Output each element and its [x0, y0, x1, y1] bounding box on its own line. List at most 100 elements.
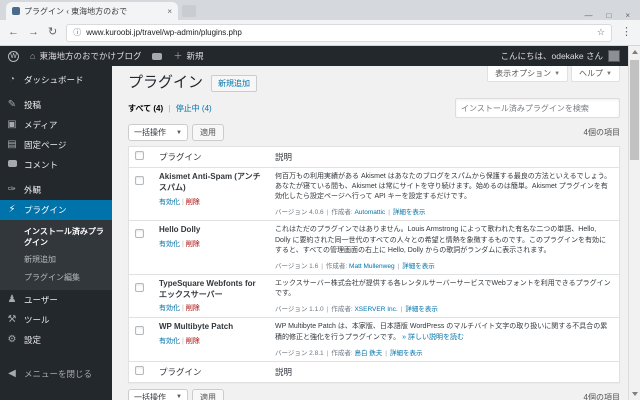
plugin-checkbox[interactable]	[135, 176, 144, 185]
details-link[interactable]: 詳細を表示	[393, 209, 426, 216]
new-content-menu[interactable]: ＋ 新規	[173, 50, 203, 62]
sidebar-item-users[interactable]: ♟ ユーザー	[0, 290, 112, 310]
delete-link[interactable]: 削除	[186, 199, 200, 206]
bulk-action-label: 一括操作	[134, 392, 166, 400]
plugin-meta: バージョン 1.6 | 作成者: Matt Mullenweg | 詳細を表示	[275, 262, 435, 270]
plugin-checkbox[interactable]	[135, 326, 144, 336]
bulk-action-select[interactable]: 一括操作 ▼	[128, 124, 188, 141]
add-new-button[interactable]: 新規追加	[211, 74, 258, 92]
author-link[interactable]: 島白 鉄夫	[354, 350, 382, 357]
browser-menu-icon[interactable]: ⋮	[621, 27, 632, 38]
howdy-greeting[interactable]: こんにちは、odekake さん	[501, 50, 604, 62]
bulk-action-label: 一括操作	[134, 128, 166, 137]
scroll-up-icon[interactable]	[632, 50, 638, 54]
item-count: 4個の項目	[583, 128, 620, 137]
wp-admin-bar: W ⌂ 東海地方のおでかけブログ ＋ 新規 こんにちは、odekake さん	[0, 46, 640, 66]
plugin-description: 何百万もの利用実績がある Akismet はあなたのブログをスパムから保護する最…	[275, 173, 612, 201]
submenu-installed-plugins[interactable]: インストール済みプラグイン	[0, 223, 112, 251]
plugin-checkbox[interactable]	[135, 229, 144, 239]
submenu-add-new[interactable]: 新規追加	[0, 251, 112, 268]
sidebar-item-label: 固定ページ	[24, 140, 67, 150]
author-link[interactable]: Automattic	[354, 209, 385, 216]
collapse-icon: ◀	[8, 367, 16, 379]
bookmark-star-icon[interactable]: ☆	[597, 27, 605, 38]
delete-link[interactable]: 削除	[186, 338, 200, 345]
column-header-plugin[interactable]: プラグイン	[153, 147, 269, 167]
read-more-link[interactable]: » 詳しい説明を読む	[402, 334, 464, 341]
sidebar-item-posts[interactable]: ✎ 投稿	[0, 95, 112, 115]
forward-icon[interactable]: →	[28, 27, 39, 38]
tab-close-icon[interactable]: ×	[167, 7, 172, 16]
browser-window: プラグイン ‹ 東海地方のおで × — □ × ← → ↻ ⓘ www.kuro…	[0, 0, 640, 400]
submenu-plugin-editor[interactable]: プラグイン編集	[0, 269, 112, 286]
plugin-checkbox[interactable]	[135, 282, 144, 292]
tablenav-top: 一括操作 ▼ 適用 4個の項目	[128, 124, 620, 141]
details-link[interactable]: 詳細を表示	[405, 306, 438, 313]
table-row: Hello Dolly 有効化 | 削除 これはただのプラグインではありません。Lo…	[129, 220, 619, 273]
delete-link[interactable]: 削除	[186, 241, 200, 248]
select-all-checkbox[interactable]	[135, 151, 144, 160]
new-tab-button[interactable]	[182, 5, 196, 17]
page-title: プラグイン	[128, 74, 204, 91]
window-minimize-icon[interactable]: —	[584, 11, 592, 20]
window-close-icon[interactable]: ×	[625, 11, 630, 20]
sidebar-item-settings[interactable]: ⚙ 設定	[0, 330, 112, 350]
plugin-name: Akismet Anti-Spam (アンチスパム)	[159, 172, 261, 192]
collapse-menu-button[interactable]: ◀ メニューを閉じる	[0, 364, 112, 384]
browser-tab[interactable]: プラグイン ‹ 東海地方のおで ×	[6, 2, 178, 20]
status-filters: すべて (4) | 停止中 (4)	[128, 103, 212, 114]
sidebar-item-comments[interactable]: コメント	[0, 155, 112, 175]
wordpress-logo-icon[interactable]: W	[8, 50, 19, 62]
author-link[interactable]: XSERVER Inc.	[354, 306, 397, 313]
sidebar-item-media[interactable]: ▣ メディア	[0, 115, 112, 135]
delete-link[interactable]: 削除	[186, 305, 200, 312]
activate-link[interactable]: 有効化	[159, 199, 180, 206]
activate-link[interactable]: 有効化	[159, 338, 180, 345]
apply-button-bottom[interactable]: 適用	[191, 388, 224, 400]
address-bar[interactable]: ⓘ www.kuroobi.jp/travel/wp-admin/plugins…	[66, 23, 612, 42]
scrollbar-thumb[interactable]	[630, 60, 639, 160]
window-controls: — □ ×	[584, 7, 640, 20]
home-icon: ⌂	[30, 50, 36, 61]
scroll-down-icon[interactable]	[632, 392, 638, 396]
table-row: TypeSquare Webfonts for エックスサーバー 有効化 | 削除 …	[129, 273, 619, 318]
details-link[interactable]: 詳細を表示	[402, 263, 435, 270]
refresh-icon[interactable]: ↻	[48, 27, 57, 38]
plugin-search-input[interactable]	[455, 98, 620, 118]
admin-workspace: ◔ ダッシュボード ✎ 投稿 ▣ メディア ▤ 固定ページ コメント ✑ 外観 …	[0, 66, 640, 400]
settings-icon: ⚙	[7, 333, 17, 345]
sidebar-item-dashboard[interactable]: ◔ ダッシュボード	[0, 70, 112, 90]
site-name-menu[interactable]: ⌂ 東海地方のおでかけブログ	[30, 50, 141, 62]
filter-inactive[interactable]: 停止中 (4)	[176, 104, 212, 113]
screen-options-label: 表示オプション	[495, 69, 552, 78]
activate-link[interactable]: 有効化	[159, 305, 180, 312]
table-header-row: プラグイン 説明	[129, 147, 619, 167]
admin-sidebar: ◔ ダッシュボード ✎ 投稿 ▣ メディア ▤ 固定ページ コメント ✑ 外観 …	[0, 66, 112, 400]
plugins-submenu: インストール済みプラグイン 新規追加 プラグイン編集	[0, 220, 112, 290]
page-scrollbar[interactable]	[628, 46, 640, 400]
column-header-description: 説明	[275, 152, 293, 162]
help-label: ヘルプ	[579, 69, 604, 78]
filter-all[interactable]: すべて (4)	[128, 104, 163, 113]
sidebar-item-tools[interactable]: ⚒ ツール	[0, 310, 112, 330]
comments-menu[interactable]	[152, 52, 163, 60]
details-link[interactable]: 詳細を表示	[390, 350, 423, 357]
window-maximize-icon[interactable]: □	[606, 11, 611, 20]
select-all-checkbox-bottom[interactable]	[135, 365, 144, 375]
sidebar-item-plugins[interactable]: ⚡ プラグイン	[0, 200, 112, 220]
back-icon[interactable]: ←	[8, 27, 19, 38]
apply-button[interactable]: 適用	[191, 124, 224, 141]
author-link[interactable]: Matt Mullenweg	[349, 263, 395, 270]
site-info-icon[interactable]: ⓘ	[73, 27, 81, 38]
tools-icon: ⚒	[7, 313, 17, 325]
sidebar-item-pages[interactable]: ▤ 固定ページ	[0, 135, 112, 155]
bulk-action-select-bottom[interactable]: 一括操作 ▼	[128, 388, 188, 400]
table-footer-row: プラグイン 説明	[129, 360, 619, 382]
filter-separator: |	[168, 103, 171, 113]
screen-options-button[interactable]: 表示オプション ▼	[487, 66, 569, 82]
plugin-description: WP Multibyte Patch は、本家版、日本語版 WordPress …	[275, 323, 608, 341]
activate-link[interactable]: 有効化	[159, 241, 180, 248]
help-button[interactable]: ヘルプ ▼	[571, 66, 620, 82]
sidebar-item-label: コメント	[24, 160, 59, 170]
sidebar-item-appearance[interactable]: ✑ 外観	[0, 180, 112, 200]
